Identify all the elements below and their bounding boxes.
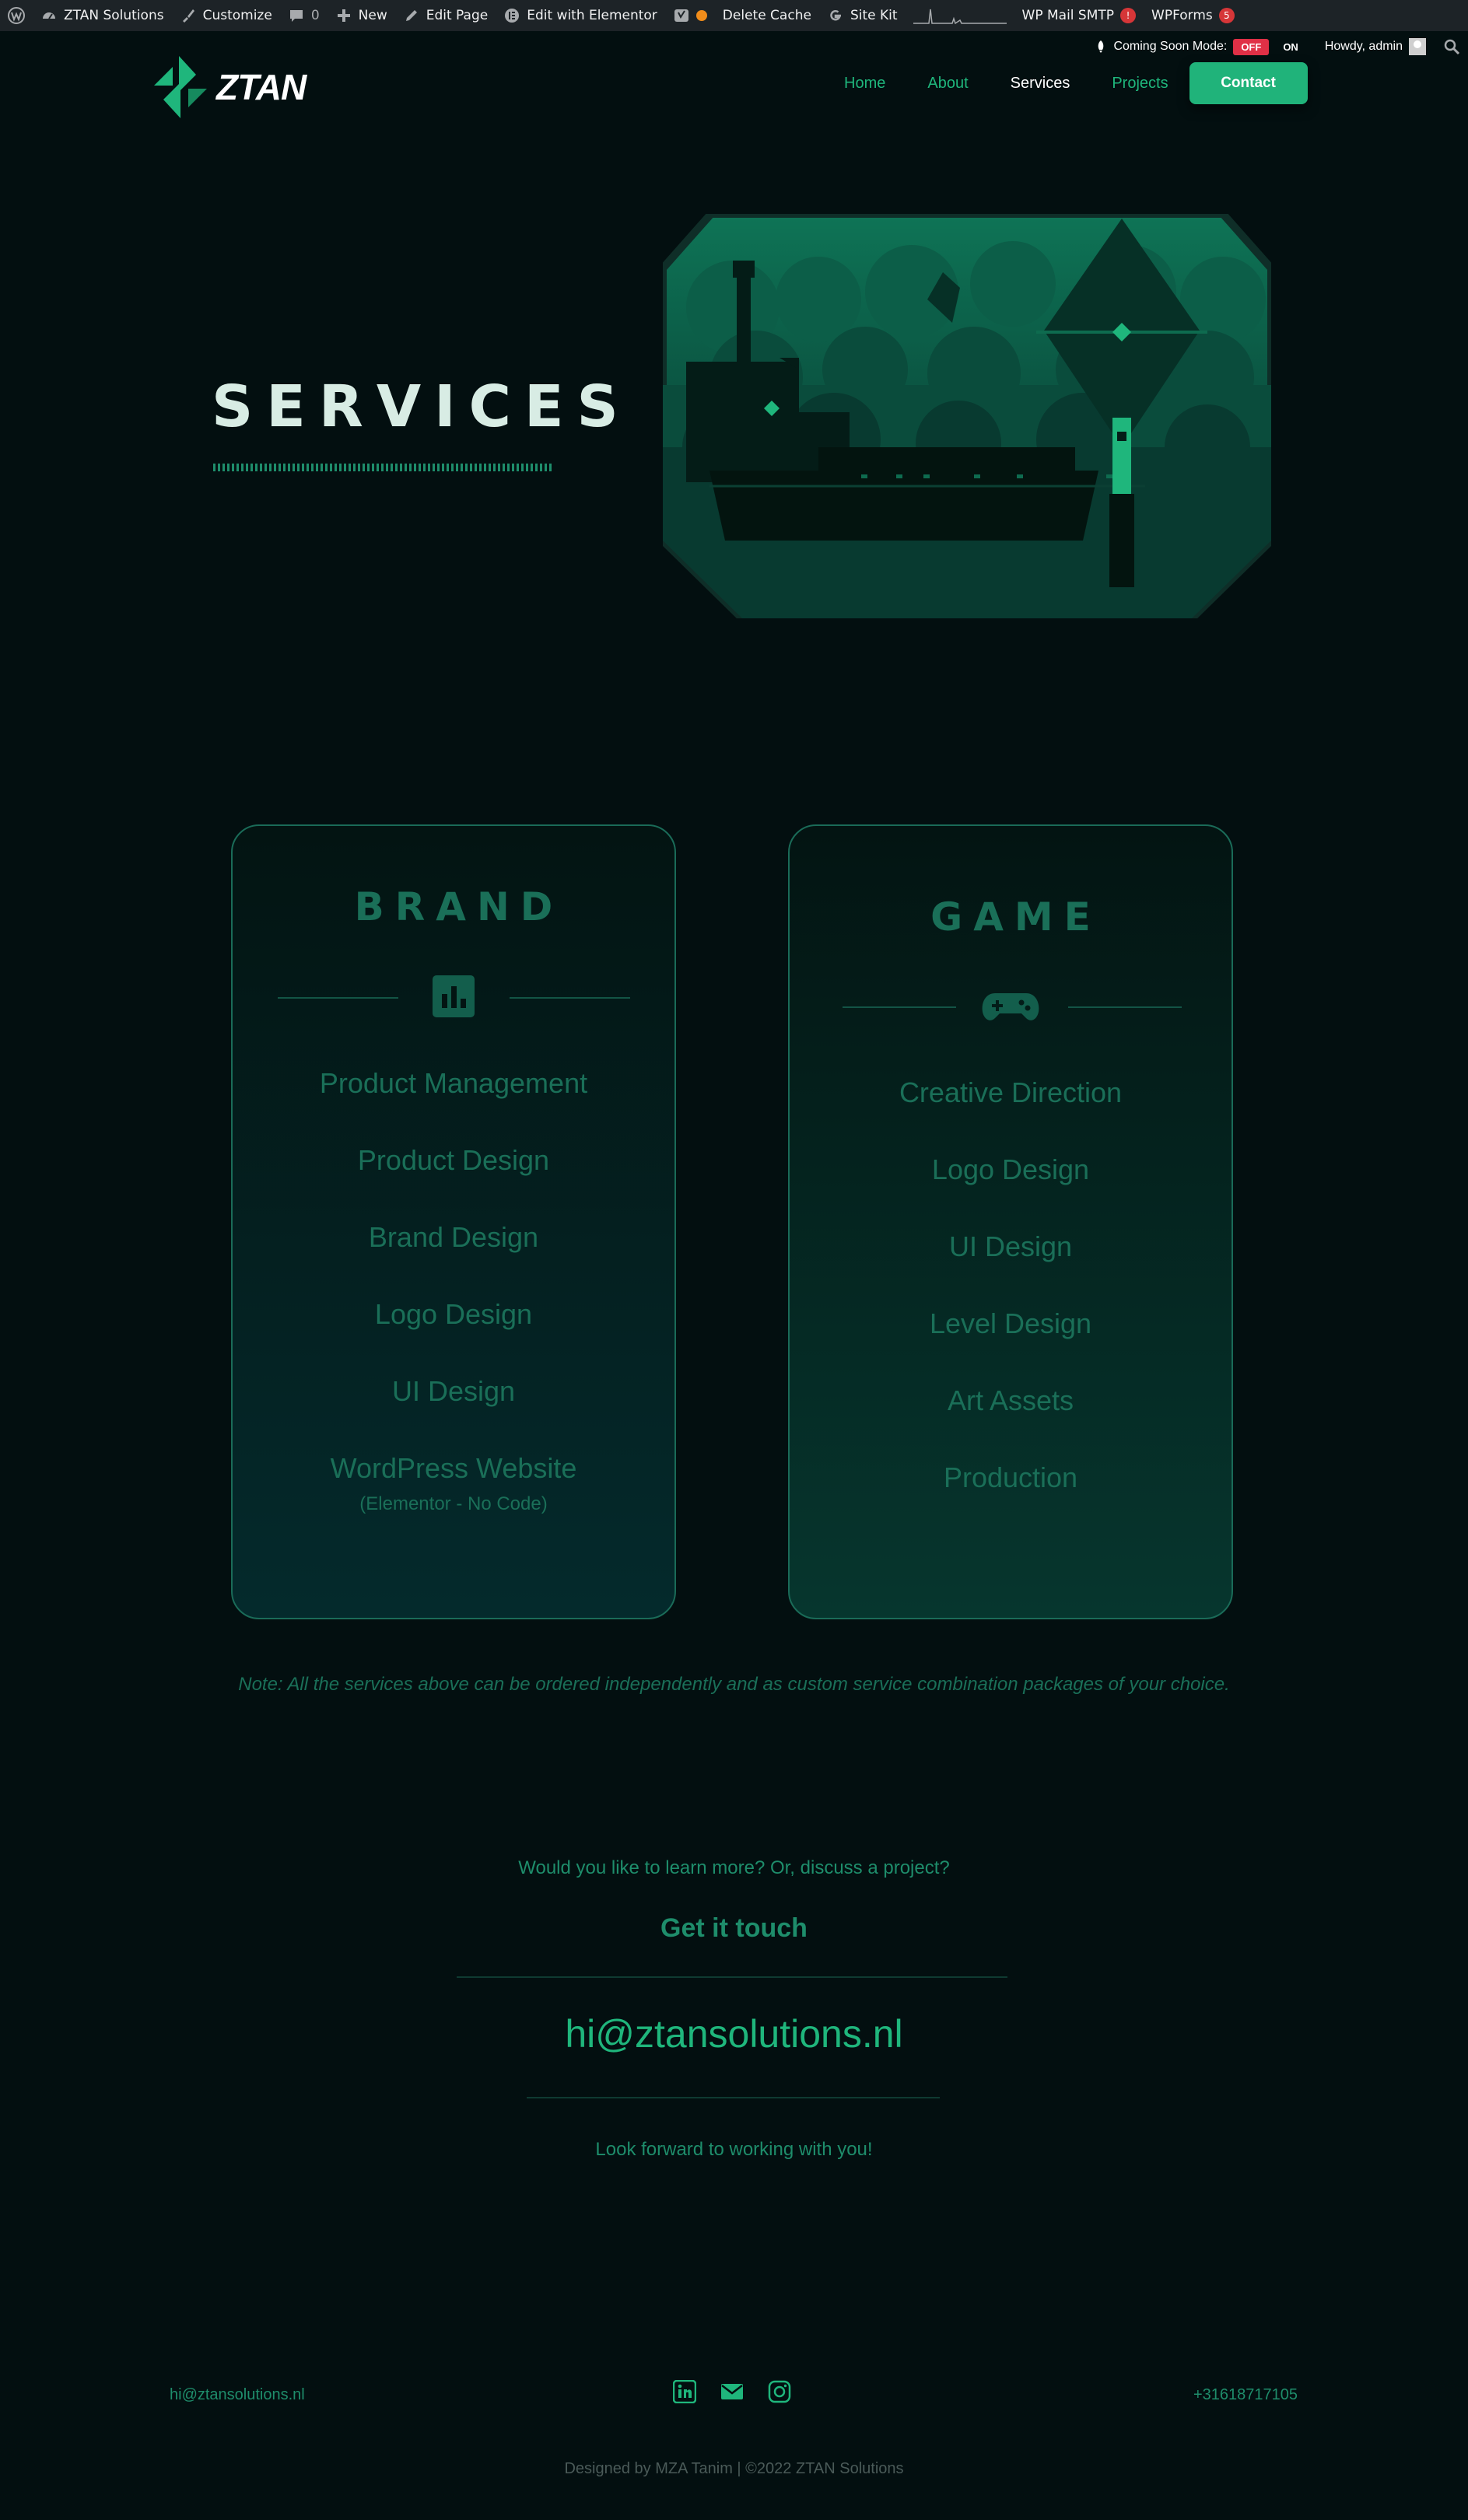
dashboard-icon [40,7,58,24]
edit-elementor-label: Edit with Elementor [527,8,657,23]
wpforms-menu[interactable]: WPForms 5 [1144,0,1242,31]
logo-wordmark: ZTAN [216,67,307,107]
wp-mail-smtp-badge: ! [1120,8,1137,23]
envelope-icon[interactable] [720,2380,744,2403]
footer-phone-link[interactable]: +31618717105 [1193,2386,1298,2404]
brand-divider-right [510,997,630,999]
wp-admin-bar: ZTAN Solutions Customize 0 New Edit Page… [0,0,1468,31]
stats-sparkline[interactable] [906,0,1014,31]
gamepad-icon [981,992,1040,1027]
page-title: SERVICES [212,373,632,440]
site-logo[interactable]: ZTAN [149,54,307,120]
brand-card-title: BRAND [354,884,564,929]
game-card-title: GAME [930,894,1102,940]
wpforms-badge: 5 [1218,8,1235,23]
list-item-label: WordPress Website [330,1452,577,1484]
list-item: Creative Direction [899,1076,1123,1108]
edit-page-label: Edit Page [426,8,489,23]
list-item: Production [943,1461,1078,1493]
delete-cache-link[interactable]: Delete Cache [715,0,819,31]
instagram-icon[interactable] [768,2380,791,2403]
comments-count: 0 [310,8,320,23]
list-item: Product Design [357,1144,550,1176]
comment-bubble-icon [288,7,305,24]
list-item: Level Design [929,1307,1092,1339]
list-item: Logo Design [374,1298,533,1330]
wordpress-icon [8,7,25,24]
wp-logo-menu[interactable] [0,0,33,31]
site-name-label: ZTAN Solutions [64,8,164,23]
footer-social-links [673,2380,791,2403]
services-note: Note: All the services above can be orde… [238,1674,1230,1695]
learn-more-text: Would you like to learn more? Or, discus… [518,1857,950,1878]
ztan-logo-icon [154,56,207,118]
list-item: Logo Design [931,1153,1090,1185]
divider [457,1976,1007,1978]
site-kit-label: Site Kit [850,8,898,23]
footer-credits: Designed by MZA Tanim | ©2022 ZTAN Solut… [564,2460,904,2477]
customize-label: Customize [202,8,272,23]
list-item-sublabel: (Elementor - No Code) [359,1493,548,1514]
game-service-list: Creative Direction Logo Design UI Design… [790,1076,1232,1538]
customize-link[interactable]: Customize [172,0,280,31]
new-content-menu[interactable]: New [328,0,395,31]
new-label: New [358,8,387,23]
list-item: UI Design [948,1230,1073,1262]
contact-button[interactable]: Contact [1189,62,1308,104]
brand-service-list: Product Management Product Design Brand … [233,1067,674,1529]
seo-status-dot [695,10,707,21]
edit-elementor-link[interactable]: Edit with Elementor [496,0,665,31]
game-divider-left [843,1006,956,1008]
linkedin-icon[interactable] [673,2380,696,2403]
site-name-menu[interactable]: ZTAN Solutions [33,0,172,31]
delete-cache-label: Delete Cache [722,8,811,23]
wpforms-label: WPForms [1151,8,1213,23]
yoast-icon [673,7,690,24]
site-kit-menu[interactable]: Site Kit [819,0,906,31]
wp-mail-smtp-label: WP Mail SMTP [1021,8,1115,23]
brand-divider-left [278,997,398,999]
pencil-icon [403,7,420,24]
elementor-icon [503,7,520,24]
nav-home[interactable]: Home [823,75,906,93]
footer-email-link[interactable]: hi@ztansolutions.nl [170,2386,305,2404]
main-navigation: Home About Services Projects Contact [823,62,1308,104]
brand-services-card: BRAND Product Management Product Design … [231,824,676,1619]
look-forward-text: Look forward to working with you! [595,2139,873,2160]
wp-mail-smtp-menu[interactable]: WP Mail SMTP ! [1014,0,1144,31]
contact-email-link[interactable]: hi@ztansolutions.nl [0,2011,1468,2056]
get-in-touch-heading: Get it touch [660,1913,808,1943]
nav-services[interactable]: Services [990,75,1091,93]
paintbrush-icon [180,7,197,24]
list-item-wordpress: WordPress Website (Elementor - No Code) [233,1452,674,1529]
nav-projects[interactable]: Projects [1091,75,1189,93]
google-g-icon [827,7,844,24]
comments-link[interactable]: 0 [280,0,328,31]
edit-page-link[interactable]: Edit Page [395,0,496,31]
sparkline-icon [913,9,1007,25]
bar-chart-icon [433,975,475,1021]
list-item: Art Assets [947,1384,1074,1416]
plus-icon [335,7,352,24]
list-item: Product Management [319,1067,588,1099]
list-item: Brand Design [368,1221,539,1253]
seo-menu[interactable] [665,0,715,31]
site-header: ZTAN Home About Services Projects Contac… [0,47,1468,124]
game-divider-right [1068,1006,1182,1008]
title-underline [213,464,554,471]
nav-about[interactable]: About [906,75,989,93]
game-services-card: GAME Creative Direction Logo Design UI D… [788,824,1233,1619]
list-item: UI Design [391,1375,516,1407]
hero-illustration [663,214,1271,618]
divider [527,2097,940,2098]
